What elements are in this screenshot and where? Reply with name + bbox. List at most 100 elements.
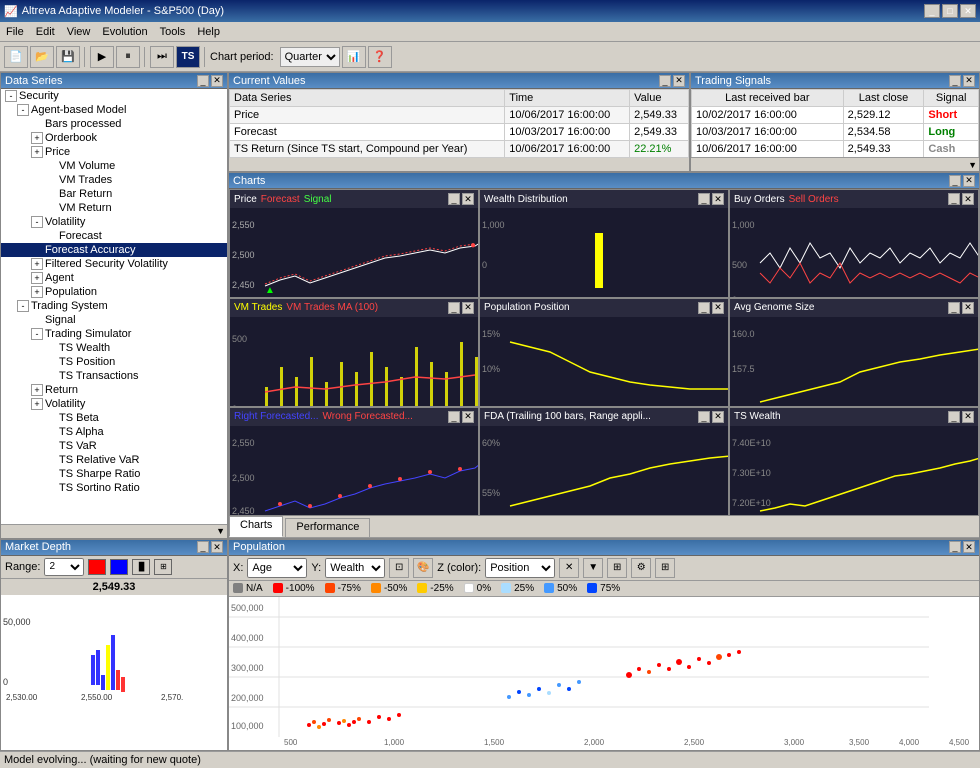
data-series-close[interactable]: ✕ [211, 75, 223, 87]
ts-button[interactable]: TS [176, 46, 200, 68]
tree-ts-rel-var[interactable]: TS Relative VaR [1, 453, 227, 467]
ts-scroll-down[interactable]: ▼ [968, 160, 977, 170]
tree-volatility[interactable]: - Volatility [1, 215, 227, 229]
expander-population[interactable]: + [31, 286, 43, 298]
tree-bars-processed[interactable]: Bars processed [1, 117, 227, 131]
chart-genome-minimize[interactable]: _ [948, 302, 960, 314]
tree-vm-trades[interactable]: VM Trades [1, 173, 227, 187]
tree-agent[interactable]: + Agent [1, 271, 227, 285]
chart-fda-close[interactable]: ✕ [712, 411, 724, 423]
tree-population[interactable]: + Population [1, 285, 227, 299]
ts-close[interactable]: ✕ [963, 75, 975, 87]
pop-settings-btn[interactable]: ⚙ [631, 558, 651, 578]
charts-minimize[interactable]: _ [949, 175, 961, 187]
chart-vm-close[interactable]: ✕ [462, 302, 474, 314]
tree-forecast-accuracy[interactable]: Forecast Accuracy [1, 243, 227, 257]
chart-genome-close[interactable]: ✕ [962, 302, 974, 314]
md-bar-btn[interactable]: ▐▌ [132, 559, 150, 575]
chart-orders-minimize[interactable]: _ [948, 193, 960, 205]
chart-wealth-minimize[interactable]: _ [698, 193, 710, 205]
tree-trading-simulator[interactable]: - Trading Simulator [1, 327, 227, 341]
tree-return[interactable]: + Return [1, 383, 227, 397]
range-select[interactable]: 2 5 10 [44, 558, 84, 576]
expander-volatility2[interactable]: + [31, 398, 43, 410]
maximize-button[interactable]: □ [942, 4, 958, 18]
expander-filtered[interactable]: + [31, 258, 43, 270]
tab-charts[interactable]: Charts [229, 516, 283, 537]
pop-expand-btn[interactable]: ⊞ [655, 558, 675, 578]
tree-volatility2[interactable]: + Volatility [1, 397, 227, 411]
pop-x-btn[interactable]: ✕ [559, 558, 579, 578]
play-button[interactable]: ▶ [90, 46, 114, 68]
tree-orderbook[interactable]: + Orderbook [1, 131, 227, 145]
tree-ts-beta[interactable]: TS Beta [1, 411, 227, 425]
chart-pop-minimize[interactable]: _ [698, 302, 710, 314]
scroll-down-arrow[interactable]: ▼ [216, 526, 225, 536]
cv-minimize[interactable]: _ [659, 75, 671, 87]
chart-ts-w-minimize[interactable]: _ [948, 411, 960, 423]
tree-ts-sharpe[interactable]: TS Sharpe Ratio [1, 467, 227, 481]
tree-forecast[interactable]: Forecast [1, 229, 227, 243]
expander-agent[interactable]: + [31, 272, 43, 284]
expander-agent-model[interactable]: - [17, 104, 29, 116]
expander-orderbook[interactable]: + [31, 132, 43, 144]
tree-ts-position[interactable]: TS Position [1, 355, 227, 369]
tree-ts-var[interactable]: TS VaR [1, 439, 227, 453]
tab-performance[interactable]: Performance [285, 518, 370, 537]
tree-agent-model[interactable]: - Agent-based Model [1, 103, 227, 117]
y-select[interactable]: Wealth Age [325, 558, 385, 578]
md-minimize[interactable]: _ [197, 541, 209, 553]
chart-button[interactable]: 📊 [342, 46, 366, 68]
titlebar-controls[interactable]: _ □ ✕ [924, 4, 976, 18]
pop-chart-type-btn[interactable]: ⊡ [389, 558, 409, 578]
tree-ts-sortino[interactable]: TS Sortino Ratio [1, 481, 227, 495]
tree-ts-alpha[interactable]: TS Alpha [1, 425, 227, 439]
ts-scrollbar[interactable]: ▼ [691, 157, 979, 171]
expander-volatility[interactable]: - [31, 216, 43, 228]
menu-view[interactable]: View [61, 24, 97, 40]
chart-orders-close[interactable]: ✕ [962, 193, 974, 205]
chart-fda-minimize[interactable]: _ [698, 411, 710, 423]
tree-trading-system[interactable]: - Trading System [1, 299, 227, 313]
chart-pop-close[interactable]: ✕ [712, 302, 724, 314]
new-button[interactable]: 📄 [4, 46, 28, 68]
md-grid-btn[interactable]: ⊞ [154, 559, 172, 575]
expander-trading-system[interactable]: - [17, 300, 29, 312]
data-series-minimize[interactable]: _ [197, 75, 209, 87]
tree-security[interactable]: - Security [1, 89, 227, 103]
cv-close[interactable]: ✕ [673, 75, 685, 87]
tree-signal[interactable]: Signal [1, 313, 227, 327]
menu-edit[interactable]: Edit [30, 24, 61, 40]
expander-trading-simulator[interactable]: - [31, 328, 43, 340]
minimize-button[interactable]: _ [924, 4, 940, 18]
charts-close[interactable]: ✕ [963, 175, 975, 187]
ts-minimize[interactable]: _ [949, 75, 961, 87]
chart-price-close[interactable]: ✕ [462, 193, 474, 205]
tree-bar-return[interactable]: Bar Return [1, 187, 227, 201]
pop-minimize[interactable]: _ [949, 541, 961, 553]
tree-price[interactable]: + Price [1, 145, 227, 159]
tree-vm-return[interactable]: VM Return [1, 201, 227, 215]
z-select[interactable]: Position Wealth [485, 558, 555, 578]
pop-color-btn[interactable]: 🎨 [413, 558, 433, 578]
x-select[interactable]: Age Wealth [247, 558, 307, 578]
menu-tools[interactable]: Tools [154, 24, 192, 40]
pop-close[interactable]: ✕ [963, 541, 975, 553]
help-button[interactable]: ❓ [368, 46, 392, 68]
open-button[interactable]: 📂 [30, 46, 54, 68]
menu-file[interactable]: File [0, 24, 30, 40]
chart-period-select[interactable]: Quarter Month Year [280, 47, 340, 67]
step-button[interactable]: ⏭ [150, 46, 174, 68]
tree-ts-transactions[interactable]: TS Transactions [1, 369, 227, 383]
tree-ts-wealth[interactable]: TS Wealth [1, 341, 227, 355]
expander-price[interactable]: + [31, 146, 43, 158]
save-button[interactable]: 💾 [56, 46, 80, 68]
tree-vm-volume[interactable]: VM Volume [1, 159, 227, 173]
data-series-tree[interactable]: - Security - Agent-based Model Bars proc… [1, 89, 227, 524]
chart-rf-close[interactable]: ✕ [462, 411, 474, 423]
chart-wealth-close[interactable]: ✕ [712, 193, 724, 205]
chart-rf-minimize[interactable]: _ [448, 411, 460, 423]
pause-button[interactable]: ⏸ [116, 46, 140, 68]
pop-filter-btn[interactable]: ▼ [583, 558, 603, 578]
pop-table-btn[interactable]: ⊞ [607, 558, 627, 578]
